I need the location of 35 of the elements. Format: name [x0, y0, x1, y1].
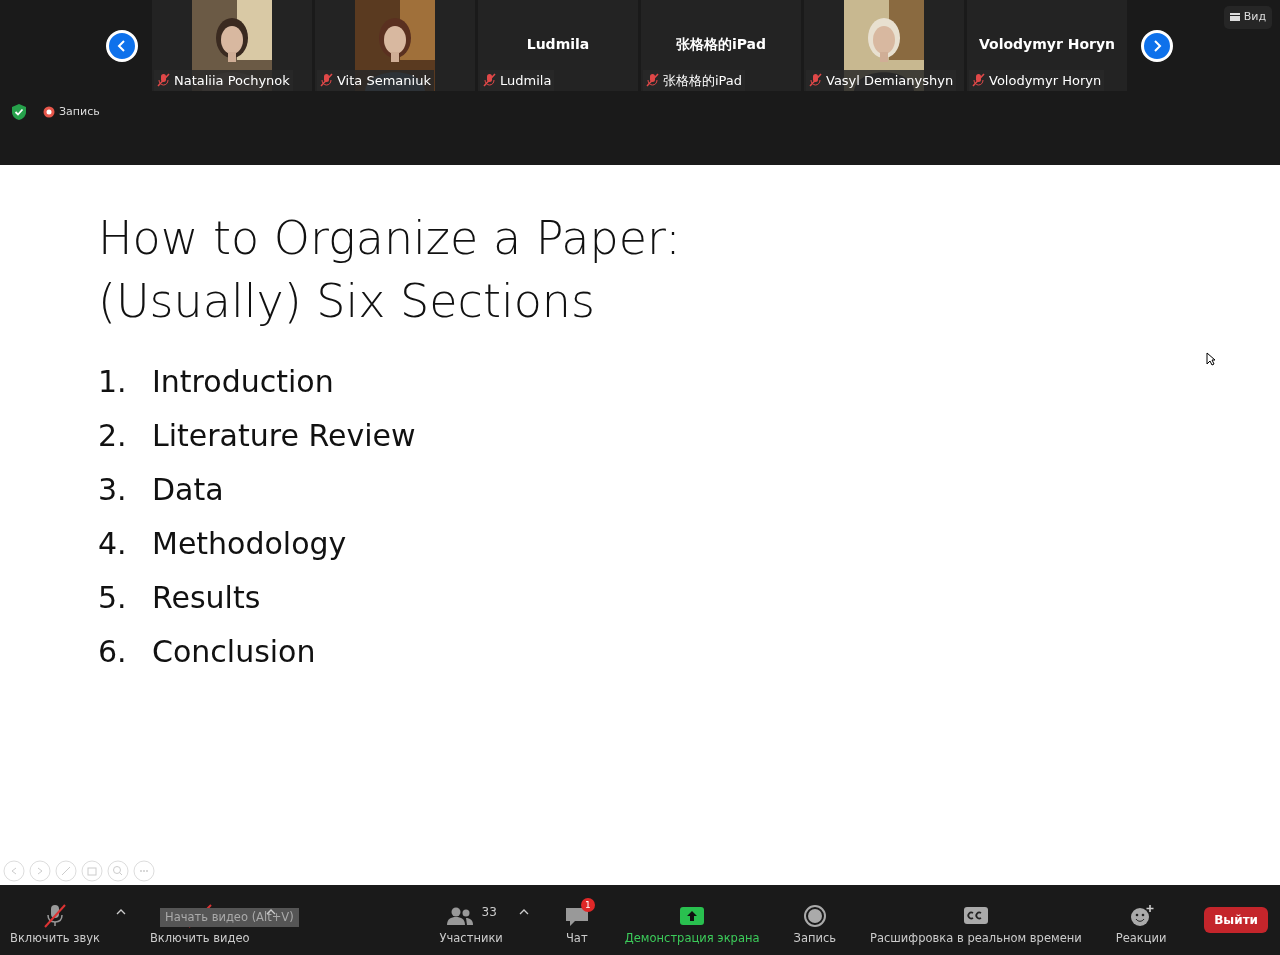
- list-item-text: Conclusion: [152, 633, 316, 671]
- list-number: 6.: [98, 633, 128, 671]
- leave-button[interactable]: Выйти: [1204, 907, 1268, 933]
- name-label: Ludmila: [480, 69, 555, 91]
- name-label: Vita Semaniuk: [317, 69, 434, 91]
- share-button[interactable]: Демонстрация экрана: [624, 902, 760, 948]
- list-number: 5.: [98, 579, 128, 617]
- cc-button[interactable]: Расшифровка в реальном времени: [870, 902, 1082, 948]
- recording-label: Запись: [59, 103, 100, 120]
- list-item-text: Data: [152, 471, 224, 509]
- list-number: 4.: [98, 525, 128, 563]
- list-item-text: Introduction: [152, 363, 334, 401]
- notification-badge: 1: [580, 898, 595, 913]
- mic-button[interactable]: Включить звук: [10, 902, 100, 948]
- record-button[interactable]: Запись: [793, 902, 837, 948]
- list-number: 1.: [98, 363, 128, 401]
- participant-count: 33: [481, 904, 497, 922]
- participant-name: Volodymyr Horyn: [978, 35, 1116, 54]
- slide-title-line: How to Organize a Paper:: [98, 210, 682, 267]
- reactions-button[interactable]: Реакции: [1115, 902, 1167, 948]
- name-label: Volodymyr Horyn: [969, 69, 1105, 91]
- name-label: 张格格的iPad: [643, 69, 746, 91]
- list-number: 3.: [98, 471, 128, 509]
- participants-button[interactable]: 33 Участники: [439, 902, 503, 948]
- list-item-text: Methodology: [152, 525, 347, 563]
- list-number: 2.: [98, 417, 128, 455]
- name-label: Vasyl Demianyshyn: [806, 69, 957, 91]
- list-item-text: Literature Review: [152, 417, 416, 455]
- name-label: Nataliia Pochynok: [154, 69, 293, 91]
- participant-name: Ludmila: [526, 35, 590, 54]
- participant-name: 张格格的iPad: [675, 35, 767, 54]
- list-item-text: Results: [152, 579, 261, 617]
- tooltip: Начать видео (Alt+V): [160, 908, 299, 928]
- slide-title-line: (Usually) Six Sections: [98, 273, 596, 330]
- view-button[interactable]: Вид: [1223, 6, 1272, 29]
